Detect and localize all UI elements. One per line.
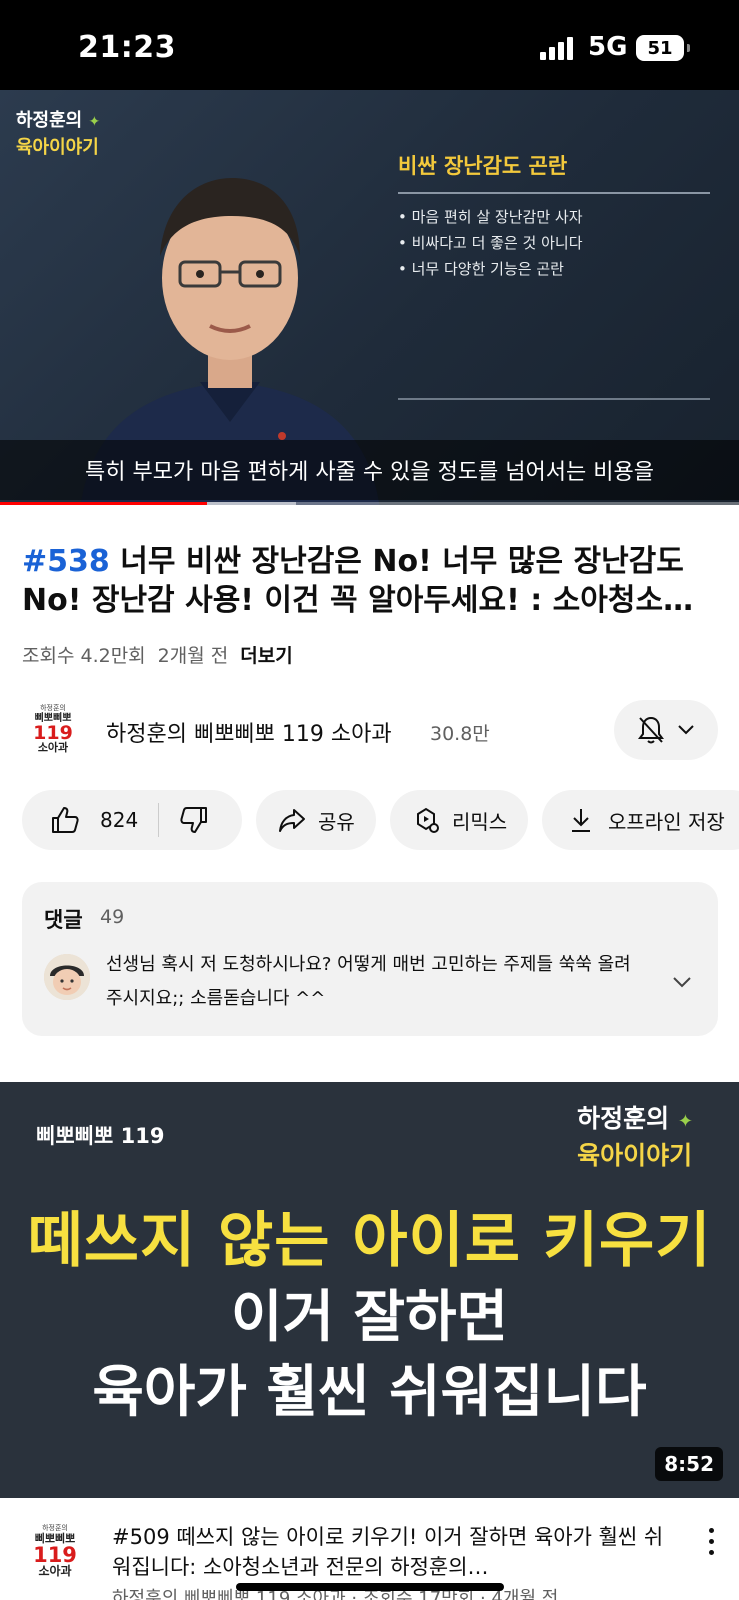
video-hashtag-number[interactable]: #538 <box>22 544 110 579</box>
dislike-icon[interactable] <box>179 805 209 835</box>
next-channel-avatar[interactable]: 하정훈의 삐뽀삐뽀 119 소아과 <box>30 1524 80 1580</box>
channel-logo-line3: 119 <box>33 722 73 744</box>
channel-row[interactable]: 하정훈의 삐뽀삐뽀 119 소아과 하정훈의 삐뽀삐뽀 119 소아과 30.8… <box>22 700 718 764</box>
thumbnail-brand-logo: 하정훈의 ✦ 육아이야기 <box>577 1102 693 1173</box>
brand-line1: 하정훈의 <box>16 110 83 131</box>
thumbnail-headline3: 육아가 훨씬 쉬워집니다 <box>92 1360 647 1425</box>
player-brand-logo: 하정훈의 ✦ 육아이야기 <box>16 110 101 158</box>
progress-played <box>0 502 207 505</box>
thumbnail-headline1: 떼쓰지 않는 아이로 키우기 <box>27 1206 712 1276</box>
comments-label: 댓글 <box>44 908 83 932</box>
thumbnail-headline2: 이거 잘하면 <box>230 1285 509 1350</box>
slide-bullet: • 비싸다고 더 좋은 것 아니다 <box>398 234 583 252</box>
slide-panel: 비싼 장난감도 곤란 • 마음 편히 살 장난감만 사자 • 비싸다고 더 좋은… <box>398 150 710 450</box>
thumb-brand-line1: 하정훈의 <box>577 1104 670 1133</box>
view-count: 조회수 4.2만회 <box>22 645 146 667</box>
home-indicator <box>236 1583 504 1591</box>
remix-icon <box>417 807 439 833</box>
thumbnail-tag: 삐뽀삐뽀 119 <box>36 1124 165 1148</box>
commenter-avatar <box>44 954 90 1000</box>
slide-bullet: • 마음 편히 살 장난감만 사자 <box>398 208 583 226</box>
comments-panel[interactable]: 댓글 49 선생님 혹시 저 도청하시나요? 어떻게 매번 고민하는 주제들 쑥… <box>22 882 718 1036</box>
upload-age: 2개월 전 <box>157 645 229 667</box>
download-button[interactable]: 오프라인 저장 <box>542 790 739 850</box>
share-label: 공유 <box>318 809 355 834</box>
brand-line2: 육아이야기 <box>16 137 99 158</box>
more-vert-icon[interactable] <box>707 1528 715 1555</box>
slide-title: 비싼 장난감도 곤란 <box>398 154 568 178</box>
thumb-brand-line2: 육아이야기 <box>577 1141 693 1170</box>
slide-divider <box>398 398 710 400</box>
video-meta[interactable]: 조회수 4.2만회 2개월 전 더보기 <box>22 641 293 668</box>
like-divider <box>158 803 160 837</box>
remix-button[interactable]: 리믹스 <box>390 790 528 850</box>
slide-divider <box>398 192 710 194</box>
network-type: 5G <box>588 32 628 62</box>
bell-off-icon <box>638 716 664 744</box>
like-dislike-pill: 824 <box>22 790 242 850</box>
video-progress-bar[interactable] <box>0 502 739 505</box>
download-label: 오프라인 저장 <box>608 809 725 834</box>
action-row: 824 공유 리믹스 오프라인 저장 <box>22 790 739 850</box>
like-button[interactable]: 824 <box>22 805 138 835</box>
video-caption: 특히 부모가 마음 편하게 사줄 수 있을 정도를 넘어서는 비용을 <box>85 460 654 485</box>
like-count: 824 <box>100 808 139 832</box>
channel-name[interactable]: 하정훈의 삐뽀삐뽀 119 소아과 <box>106 716 392 748</box>
like-icon <box>52 807 79 833</box>
top-comment-text: 선생님 혹시 저 도청하시나요? 어떻게 매번 고민하는 주제들 쑥쑥 올려주시… <box>106 954 631 1009</box>
slide-bullet: • 너무 다양한 기능은 곤란 <box>398 260 564 278</box>
share-icon <box>279 809 305 832</box>
next-video-thumbnail[interactable]: 삐뽀삐뽀 119 하정훈의 ✦ 육아이야기 떼쓰지 않는 아이로 키우기 이거 … <box>0 1082 739 1498</box>
download-icon <box>572 809 590 832</box>
video-player[interactable]: 하정훈의 ✦ 육아이야기 비싼 장난감도 곤란 • 마음 편히 살 장난감만 사… <box>0 90 739 505</box>
channel-logo-line3: 119 <box>33 1543 77 1567</box>
cellular-signal-icon <box>540 36 573 60</box>
chevron-down-icon[interactable] <box>672 976 692 988</box>
channel-logo-line1: 하정훈의 <box>40 704 66 712</box>
comments-count: 49 <box>100 906 125 928</box>
next-video-title[interactable]: #509 떼쓰지 않는 아이로 키우기! 이거 잘하면 육아가 훨씬 쉬워집니다… <box>112 1522 672 1582</box>
video-title-text: 너무 비싼 장난감은 No! 너무 많은 장난감도 No! 장난감 사용! 이건… <box>22 544 694 618</box>
notification-bell-button[interactable] <box>614 700 718 760</box>
status-time: 21:23 <box>78 30 176 65</box>
status-bar: 21:23 5G 51 <box>0 0 739 90</box>
channel-avatar[interactable]: 하정훈의 삐뽀삐뽀 119 소아과 <box>30 704 76 754</box>
subscriber-count: 30.8만 <box>430 723 490 745</box>
video-title[interactable]: #538 너무 비싼 장난감은 No! 너무 많은 장난감도 No! 장난감 사… <box>22 542 722 620</box>
battery-icon: 51 <box>636 35 690 61</box>
more-button[interactable]: 더보기 <box>240 641 292 668</box>
video-duration-badge: 8:52 <box>655 1447 723 1481</box>
chevron-down-icon <box>678 725 694 735</box>
remix-label: 리믹스 <box>452 809 508 834</box>
share-button[interactable]: 공유 <box>256 790 376 850</box>
